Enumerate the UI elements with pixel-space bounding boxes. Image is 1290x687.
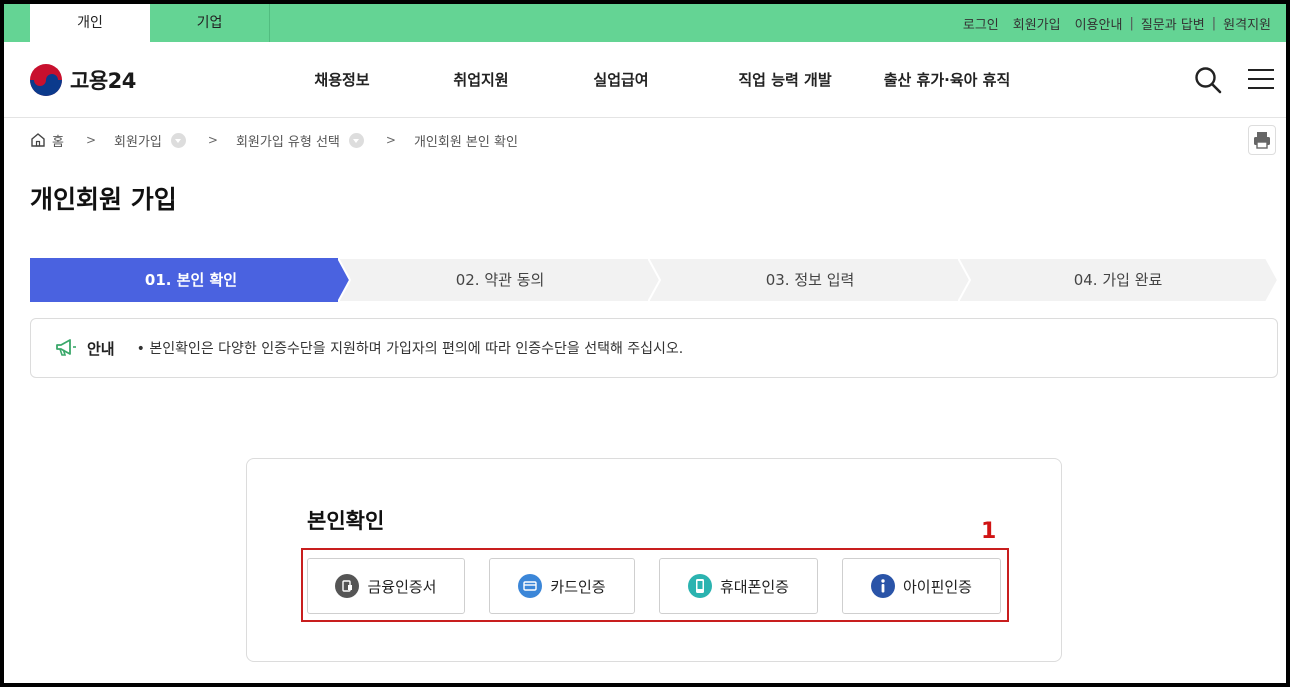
site-logo[interactable]: 고용24 <box>30 64 136 96</box>
chevron-right-icon: > <box>207 133 218 147</box>
card-icon <box>518 574 543 598</box>
step-terms-agreement: 02. 약관 동의 <box>338 258 662 302</box>
nav-item-employment-support[interactable]: 취업지원 <box>426 42 536 118</box>
chevron-down-icon[interactable] <box>348 132 364 148</box>
notice-title: 안내 <box>87 339 115 358</box>
card-verification-button[interactable]: 카드인증 <box>489 558 635 614</box>
nav-item-skills-development[interactable]: 직업 능력 개발 <box>710 42 860 118</box>
remote-support-link[interactable]: 원격지원 <box>1216 14 1278 33</box>
info-icon <box>870 574 895 598</box>
annotation-marker: 1 <box>981 519 997 544</box>
page-frame: 개인 기업 로그인 회원가입 이용안내 | 질문과 답변 | 원격지원 고용24… <box>4 4 1286 683</box>
tab-personal[interactable]: 개인 <box>30 4 150 42</box>
megaphone-icon <box>56 339 76 356</box>
nav-item-unemployment-benefit[interactable]: 실업급여 <box>566 42 676 118</box>
usage-guide-link[interactable]: 이용안내 <box>1068 14 1130 33</box>
breadcrumb: 홈 > 회원가입 > 회원가입 유형 선택 > 개인회원 본인 확인 <box>30 130 518 150</box>
utility-links: 로그인 회원가입 이용안내 | 질문과 답변 | 원격지원 <box>956 4 1278 42</box>
notice-text: • 본인확인은 다양한 인증수단을 지원하며 가입자의 편의에 따라 인증수단을… <box>136 341 684 357</box>
financial-certificate-button[interactable]: 금융인증서 <box>307 558 465 614</box>
signup-link[interactable]: 회원가입 <box>1006 14 1068 33</box>
tab-business[interactable]: 기업 <box>150 4 270 42</box>
identity-verification-panel: 본인확인 1 금융인증서 카드인증 휴대폰인증 아이핀인증 <box>246 458 1062 662</box>
login-link[interactable]: 로그인 <box>956 14 1006 33</box>
search-icon[interactable] <box>1194 66 1222 94</box>
print-button[interactable] <box>1248 125 1276 155</box>
logo-text: 고용24 <box>70 69 136 93</box>
qna-link[interactable]: 질문과 답변 <box>1134 14 1212 33</box>
breadcrumb-home[interactable]: 홈 <box>52 131 64 150</box>
breadcrumb-signup-type[interactable]: 회원가입 유형 선택 <box>236 131 340 150</box>
nav-item-jobs[interactable]: 채용정보 <box>287 42 397 118</box>
info-notice: 안내 • 본인확인은 다양한 인증수단을 지원하며 가입자의 편의에 따라 인증… <box>30 318 1278 378</box>
phone-verification-button[interactable]: 휴대폰인증 <box>659 558 818 614</box>
page-title: 개인회원 가입 <box>30 185 177 214</box>
hamburger-menu-icon[interactable] <box>1248 69 1274 91</box>
signup-steps: 01. 본인 확인 02. 약관 동의 03. 정보 입력 04. 가입 완료 <box>30 258 1278 302</box>
chevron-right-icon: > <box>385 133 396 147</box>
ipin-verification-button[interactable]: 아이핀인증 <box>842 558 1001 614</box>
nav-item-parental-leave[interactable]: 출산 휴가·육아 휴직 <box>862 42 1032 118</box>
breadcrumb-signup[interactable]: 회원가입 <box>114 131 162 150</box>
taegeuk-logo-icon <box>30 64 62 96</box>
home-icon[interactable] <box>30 132 46 148</box>
breadcrumb-current: 개인회원 본인 확인 <box>413 134 518 150</box>
top-utility-bar: 개인 기업 로그인 회원가입 이용안내 | 질문과 답변 | 원격지원 <box>4 4 1286 42</box>
phone-icon <box>687 574 712 598</box>
step-info-input: 03. 정보 입력 <box>648 258 972 302</box>
main-header: 고용24 채용정보 취업지원 실업급여 직업 능력 개발 출산 휴가·육아 휴직 <box>4 42 1286 118</box>
step-complete: 04. 가입 완료 <box>958 258 1278 302</box>
chevron-right-icon: > <box>85 133 97 147</box>
chevron-down-icon[interactable] <box>170 132 186 148</box>
step-identity-verification: 01. 본인 확인 <box>30 258 352 302</box>
certificate-icon <box>335 574 360 598</box>
verification-title: 본인확인 <box>307 509 385 533</box>
printer-icon <box>1254 132 1270 149</box>
